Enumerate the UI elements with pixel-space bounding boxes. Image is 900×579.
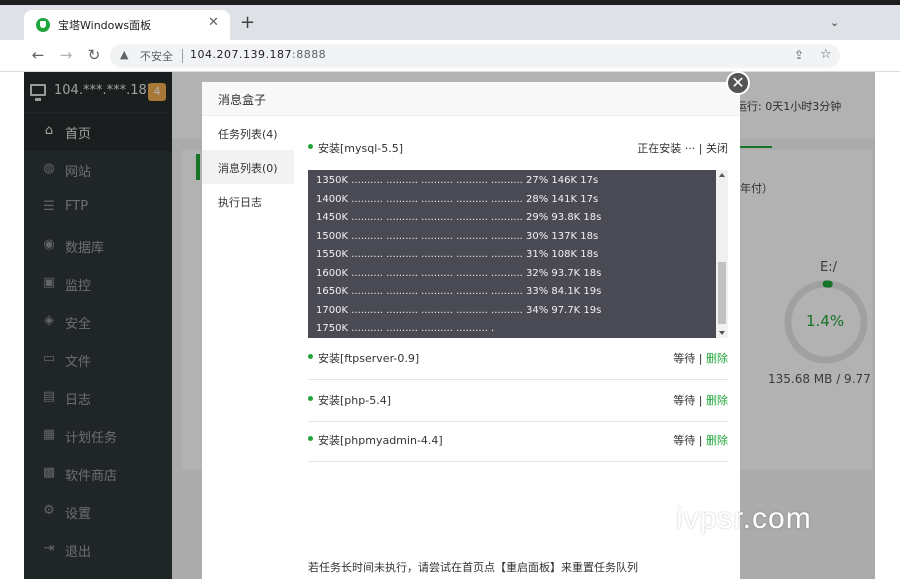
address-divider [182,49,183,63]
task-separator: | [698,352,703,365]
task-name: 安装[phpmyadmin-4.4] [318,434,443,447]
console-line: 1600K .......... .......... .......... .… [316,268,602,279]
window-top-border [0,0,900,5]
tab-label: 执行日志 [218,196,262,209]
task-status: 正在安装 ··· | 关闭 [637,140,728,156]
scroll-thumb[interactable] [718,262,726,324]
baota-favicon-icon [36,18,50,32]
tab-close-icon[interactable]: ✕ [208,15,219,30]
scroll-up-arrow-icon[interactable] [719,173,725,177]
warning-icon[interactable]: ▲ [120,48,128,61]
console-line: 1500K .......... .......... .......... .… [316,231,599,242]
modal-title: 消息盒子 [218,93,267,107]
url-host: 104.207.139.187 [190,48,292,61]
browser-tabstrip: 宝塔Windows面板 ✕ + ⌄ [0,0,900,40]
console-line: 1650K .......... .......... .......... .… [316,286,602,297]
task-separator: | [698,394,703,407]
left-margin [0,72,24,579]
watermark: ivpsr.com [676,502,812,535]
task-status-text: 等待 [673,394,696,407]
task-name: 安装[php-5.4] [318,394,391,407]
delete-task-button[interactable]: 删除 [706,394,728,407]
console-line: 1400K .......... .......... .......... .… [316,194,599,205]
console-line: 1550K .......... .......... .......... .… [316,249,599,260]
new-tab-button[interactable]: + [240,12,255,33]
tab-task-list[interactable]: 任务列表(4) [202,116,294,150]
url-port: :8888 [291,48,327,61]
browser-toolbar: ← → ↻ ▲ 不安全 104.207.139.187:8888 ⇪ ☆ [0,40,900,100]
task-status: 等待 | 删除 [673,392,728,408]
task-name: 安装[mysql-5.5] [318,142,404,155]
tab-title: 宝塔Windows面板 [58,19,152,32]
task-queue-hint: 若任务长时间未执行，请尝试在首页点【重启面板】来重置任务队列 [308,561,638,574]
delete-task-button[interactable]: 删除 [706,352,728,365]
security-label[interactable]: 不安全 [140,48,173,64]
close-task-button[interactable]: 关闭 [706,142,728,155]
share-icon[interactable]: ⇪ [794,48,804,62]
task-row: 安装[phpmyadmin-4.4] 等待 | 删除 [308,420,728,462]
task-separator: | [698,142,703,155]
task-separator: | [698,434,703,447]
back-button[interactable]: ← [28,46,48,64]
task-status: 等待 | 删除 [673,432,728,448]
task-dot [308,144,313,149]
console-line: 1750K .......... .......... .......... .… [316,323,495,334]
bookmark-star-icon[interactable]: ☆ [820,47,832,62]
console-line: 1700K .......... .......... .......... .… [316,305,602,316]
task-row: 安装[php-5.4] 等待 | 删除 [308,380,728,422]
reload-button[interactable]: ↻ [84,46,104,64]
task-dot [308,436,313,441]
forward-button[interactable]: → [56,46,76,64]
modal-nav: 任务列表(4) 消息列表(0) 执行日志 [202,116,294,579]
task-status: 等待 | 删除 [673,350,728,366]
url-text[interactable]: 104.207.139.187:8888 [190,48,326,61]
task-row: 安装[ftpserver-0.9] 等待 | 删除 [308,338,728,380]
task-list-panel: 安装[mysql-5.5] 正在安装 ··· | 关闭 1350K ......… [294,116,740,579]
message-box-modal: 消息盒子 任务列表(4) 消息列表(0) 执行日志 安装[mysql-5.5] … [202,82,740,579]
address-bar[interactable]: ▲ 不安全 104.207.139.187:8888 ⇪ ☆ [110,44,840,68]
scroll-down-arrow-icon[interactable] [719,331,725,335]
tab-execution-log[interactable]: 执行日志 [202,184,294,218]
task-status-text: 等待 [673,352,696,365]
tab-label: 消息列表(0) [218,162,278,175]
modal-titlebar: 消息盒子 [202,82,740,116]
browser-tab[interactable]: 宝塔Windows面板 ✕ [24,10,230,40]
console-line: 1350K .......... .......... .......... .… [316,175,599,186]
task-dot [308,354,313,359]
tab-search-chevron-icon[interactable]: ⌄ [830,16,839,29]
console-scrollbar[interactable] [716,170,728,338]
tab-label: 任务列表(4) [218,128,278,141]
modal-close-icon[interactable]: ✕ [726,71,750,95]
task-status-text: 正在安装 ··· [637,142,696,155]
install-log-console[interactable]: 1350K .......... .......... .......... .… [308,170,728,338]
task-status-text: 等待 [673,434,696,447]
right-margin [875,72,900,579]
console-line: 1450K .......... .......... .......... .… [316,212,602,223]
task-name: 安装[ftpserver-0.9] [318,352,420,365]
delete-task-button[interactable]: 删除 [706,434,728,447]
tab-message-list[interactable]: 消息列表(0) [202,150,294,184]
task-row: 安装[mysql-5.5] 正在安装 ··· | 关闭 [308,128,728,170]
task-dot [308,396,313,401]
